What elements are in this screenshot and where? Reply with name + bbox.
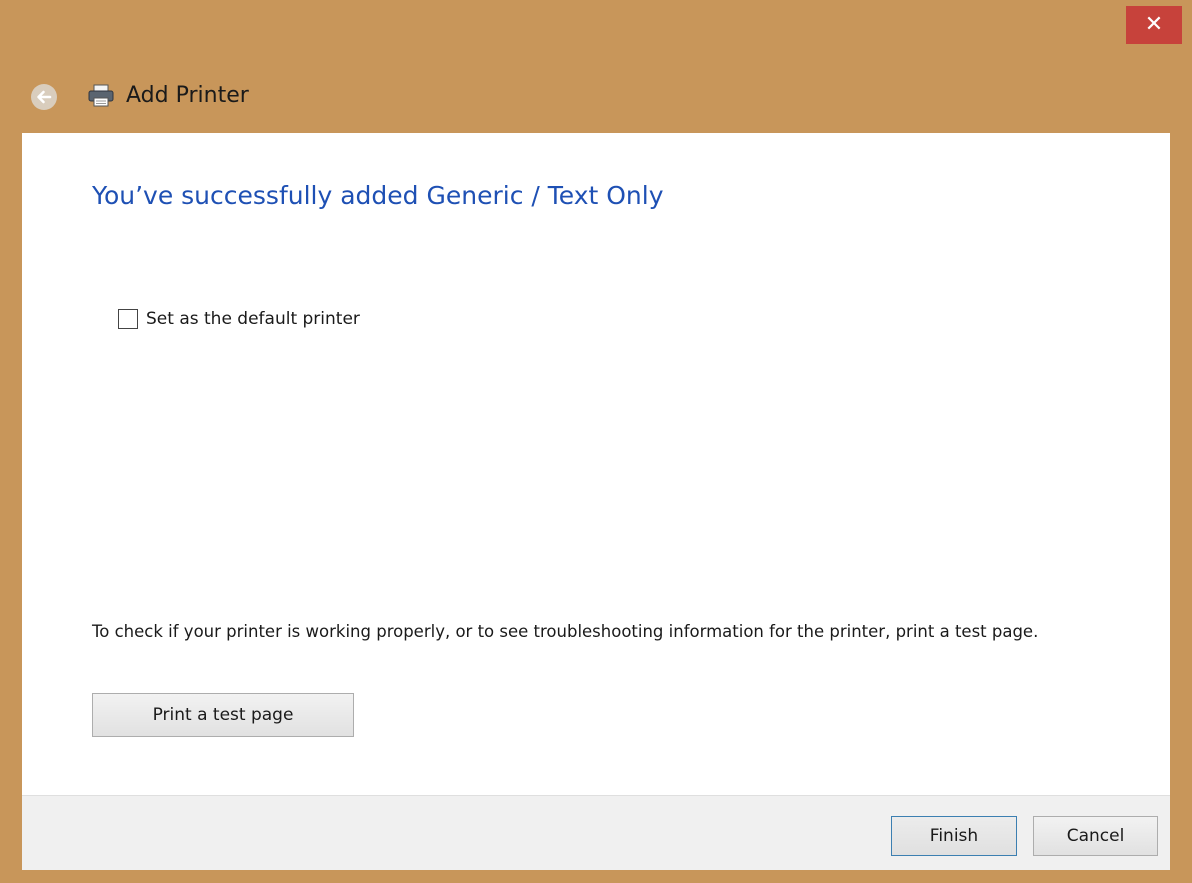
wizard-footer: Finish Cancel xyxy=(22,795,1170,870)
page-heading: You’ve successfully added Generic / Text… xyxy=(92,181,664,210)
title-bar: ✕ xyxy=(0,0,1192,46)
back-arrow-icon xyxy=(31,84,57,110)
test-page-info: To check if your printer is working prop… xyxy=(92,622,1039,641)
add-printer-window: ✕ Add Printer You’ve successfully added … xyxy=(0,0,1192,883)
default-printer-label[interactable]: Set as the default printer xyxy=(146,306,360,332)
default-printer-checkbox[interactable] xyxy=(118,309,138,329)
wizard-content: You’ve successfully added Generic / Text… xyxy=(22,133,1170,795)
back-button[interactable] xyxy=(30,83,58,111)
printer-icon xyxy=(88,84,114,107)
close-button[interactable]: ✕ xyxy=(1126,6,1182,44)
navigation-bar: Add Printer xyxy=(0,74,600,118)
close-icon: ✕ xyxy=(1144,12,1164,37)
print-test-page-button[interactable]: Print a test page xyxy=(92,693,354,737)
finish-button[interactable]: Finish xyxy=(891,816,1017,856)
window-title: Add Printer xyxy=(126,83,249,108)
cancel-button[interactable]: Cancel xyxy=(1033,816,1158,856)
